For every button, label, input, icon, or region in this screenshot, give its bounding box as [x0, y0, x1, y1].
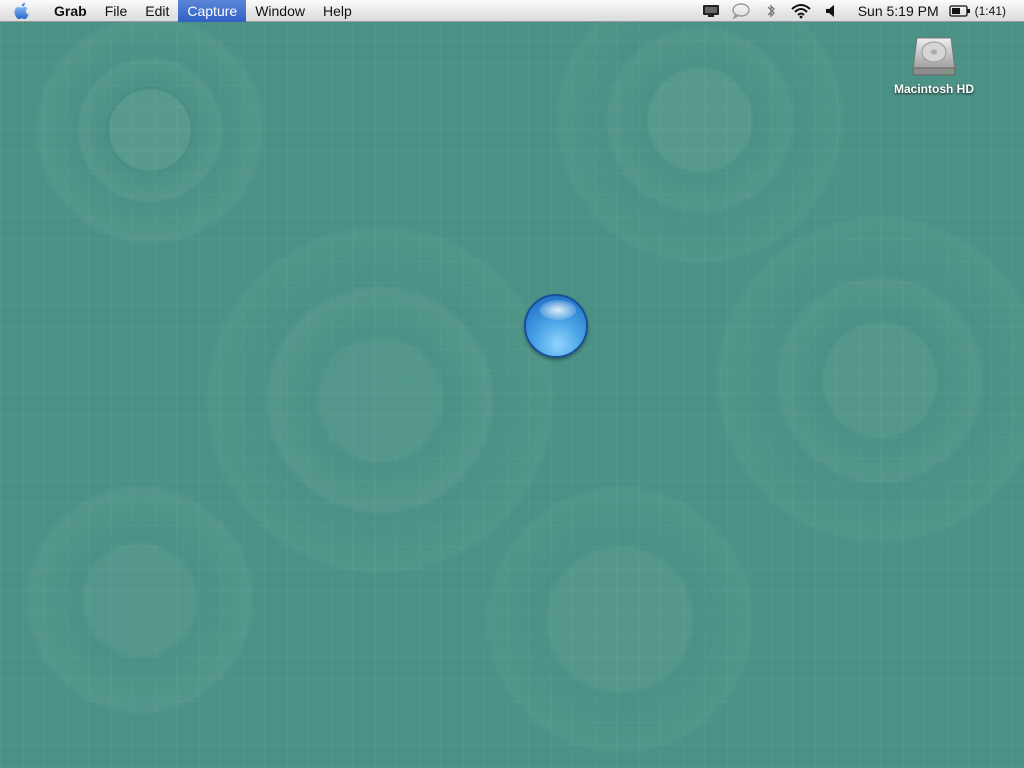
menu-edit[interactable]: Edit [136, 0, 178, 22]
display-icon [702, 4, 719, 17]
apple-logo-icon [14, 2, 29, 19]
ichat-menu[interactable] [726, 0, 756, 22]
status-area: Sun 5:19 PM (1:41) [696, 0, 1024, 22]
menu-bar: Grab File Edit Capture Window Help Sun 5… [0, 0, 1024, 22]
volume-menu[interactable] [816, 0, 846, 22]
battery-icon [948, 4, 970, 17]
apple-menu[interactable] [0, 0, 44, 22]
wifi-icon [791, 3, 811, 18]
battery-time: (1:41) [974, 3, 1006, 18]
menu-window[interactable]: Window [246, 0, 314, 22]
clock[interactable]: Sun 5:19 PM [846, 0, 949, 22]
menu-help[interactable]: Help [314, 0, 361, 22]
desktop-icon-macintosh-hd[interactable]: Macintosh HD [884, 32, 984, 96]
bluetooth-menu[interactable] [756, 0, 786, 22]
menu-app-grab[interactable]: Grab [44, 0, 96, 22]
battery-menu[interactable]: (1:41) [948, 3, 1006, 18]
display-menu[interactable] [696, 0, 726, 22]
menu-capture[interactable]: Capture [178, 0, 247, 22]
wait-cursor-orb [524, 294, 588, 358]
desktop-icon-label: Macintosh HD [893, 82, 974, 96]
hard-drive-icon [912, 37, 956, 76]
menu-file[interactable]: File [96, 0, 137, 22]
volume-icon [825, 4, 834, 17]
wifi-menu[interactable] [786, 0, 816, 22]
speech-bubble-icon [732, 2, 750, 19]
bluetooth-icon [767, 3, 775, 18]
